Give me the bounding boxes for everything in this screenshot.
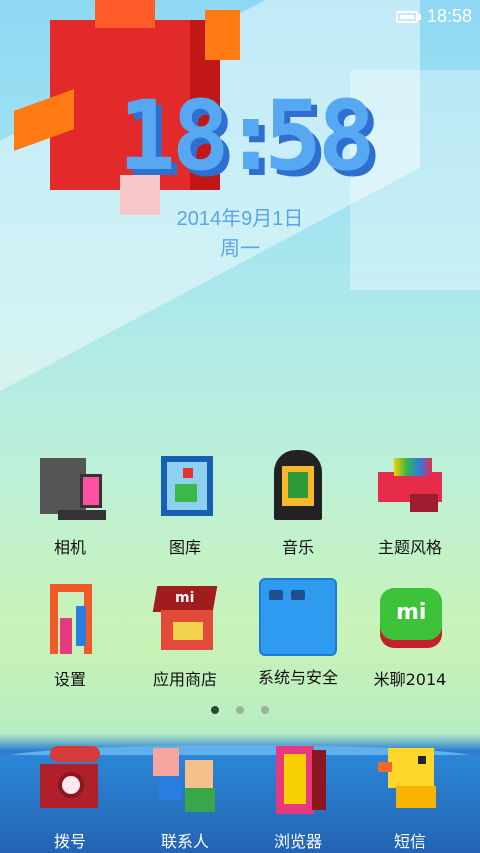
page-dot[interactable]	[236, 706, 244, 714]
app-gallery[interactable]: 图库	[125, 446, 245, 558]
app-label: 米聊2014	[373, 670, 447, 689]
app-store-icon: mi	[145, 578, 225, 658]
app-store[interactable]: mi 应用商店	[125, 578, 245, 690]
status-time: 18:58	[426, 6, 472, 26]
app-music[interactable]: 音乐	[238, 446, 358, 558]
app-label: 主题风格	[377, 538, 442, 557]
app-label: 相机	[53, 538, 86, 557]
page-indicator	[0, 699, 480, 718]
sms-icon	[370, 738, 450, 818]
browser-icon	[258, 738, 338, 818]
gallery-icon	[145, 446, 225, 526]
clock-date: 2014年9月1日	[176, 208, 304, 230]
settings-icon	[30, 578, 110, 658]
security-folder-icon	[259, 578, 337, 656]
app-camera[interactable]: 相机	[10, 446, 130, 558]
contacts-icon	[145, 738, 225, 818]
app-label: 应用商店	[152, 670, 217, 689]
page-dot[interactable]	[261, 706, 270, 714]
app-messages[interactable]: 短信	[350, 738, 470, 852]
app-label: 图库	[168, 538, 201, 557]
app-browser[interactable]: 浏览器	[238, 738, 358, 852]
clock-hours: 18	[118, 80, 230, 192]
app-label: 系统与安全	[257, 668, 338, 687]
music-icon	[258, 446, 338, 526]
phone-icon	[30, 738, 110, 818]
camera-icon	[30, 446, 110, 526]
status-bar: 18:58	[0, 0, 480, 34]
app-store-logo: mi	[175, 590, 195, 606]
battery-nub	[418, 14, 421, 20]
app-dialer[interactable]: 拨号	[10, 738, 130, 852]
app-label: 音乐	[281, 538, 314, 557]
app-theme[interactable]: 主题风格	[350, 446, 470, 558]
app-label: 浏览器	[273, 832, 322, 851]
app-label: 联系人	[160, 832, 209, 851]
theme-icon	[370, 446, 450, 526]
page-dot-active[interactable]	[210, 706, 219, 714]
app-label: 短信	[393, 832, 426, 851]
clock-weekday: 周一	[220, 238, 260, 260]
clock-minutes: 58	[264, 80, 376, 192]
app-label: 拨号	[53, 832, 86, 851]
battery-icon	[396, 11, 418, 23]
app-label: 设置	[53, 670, 86, 689]
app-settings[interactable]: 设置	[10, 578, 130, 690]
miliao-icon: mi	[370, 578, 450, 658]
app-contacts[interactable]: 联系人	[125, 738, 245, 852]
folder-security[interactable]: 系统与安全	[238, 578, 358, 688]
miliao-logo: mi	[396, 600, 427, 625]
app-miliao[interactable]: mi 米聊2014	[350, 578, 470, 690]
